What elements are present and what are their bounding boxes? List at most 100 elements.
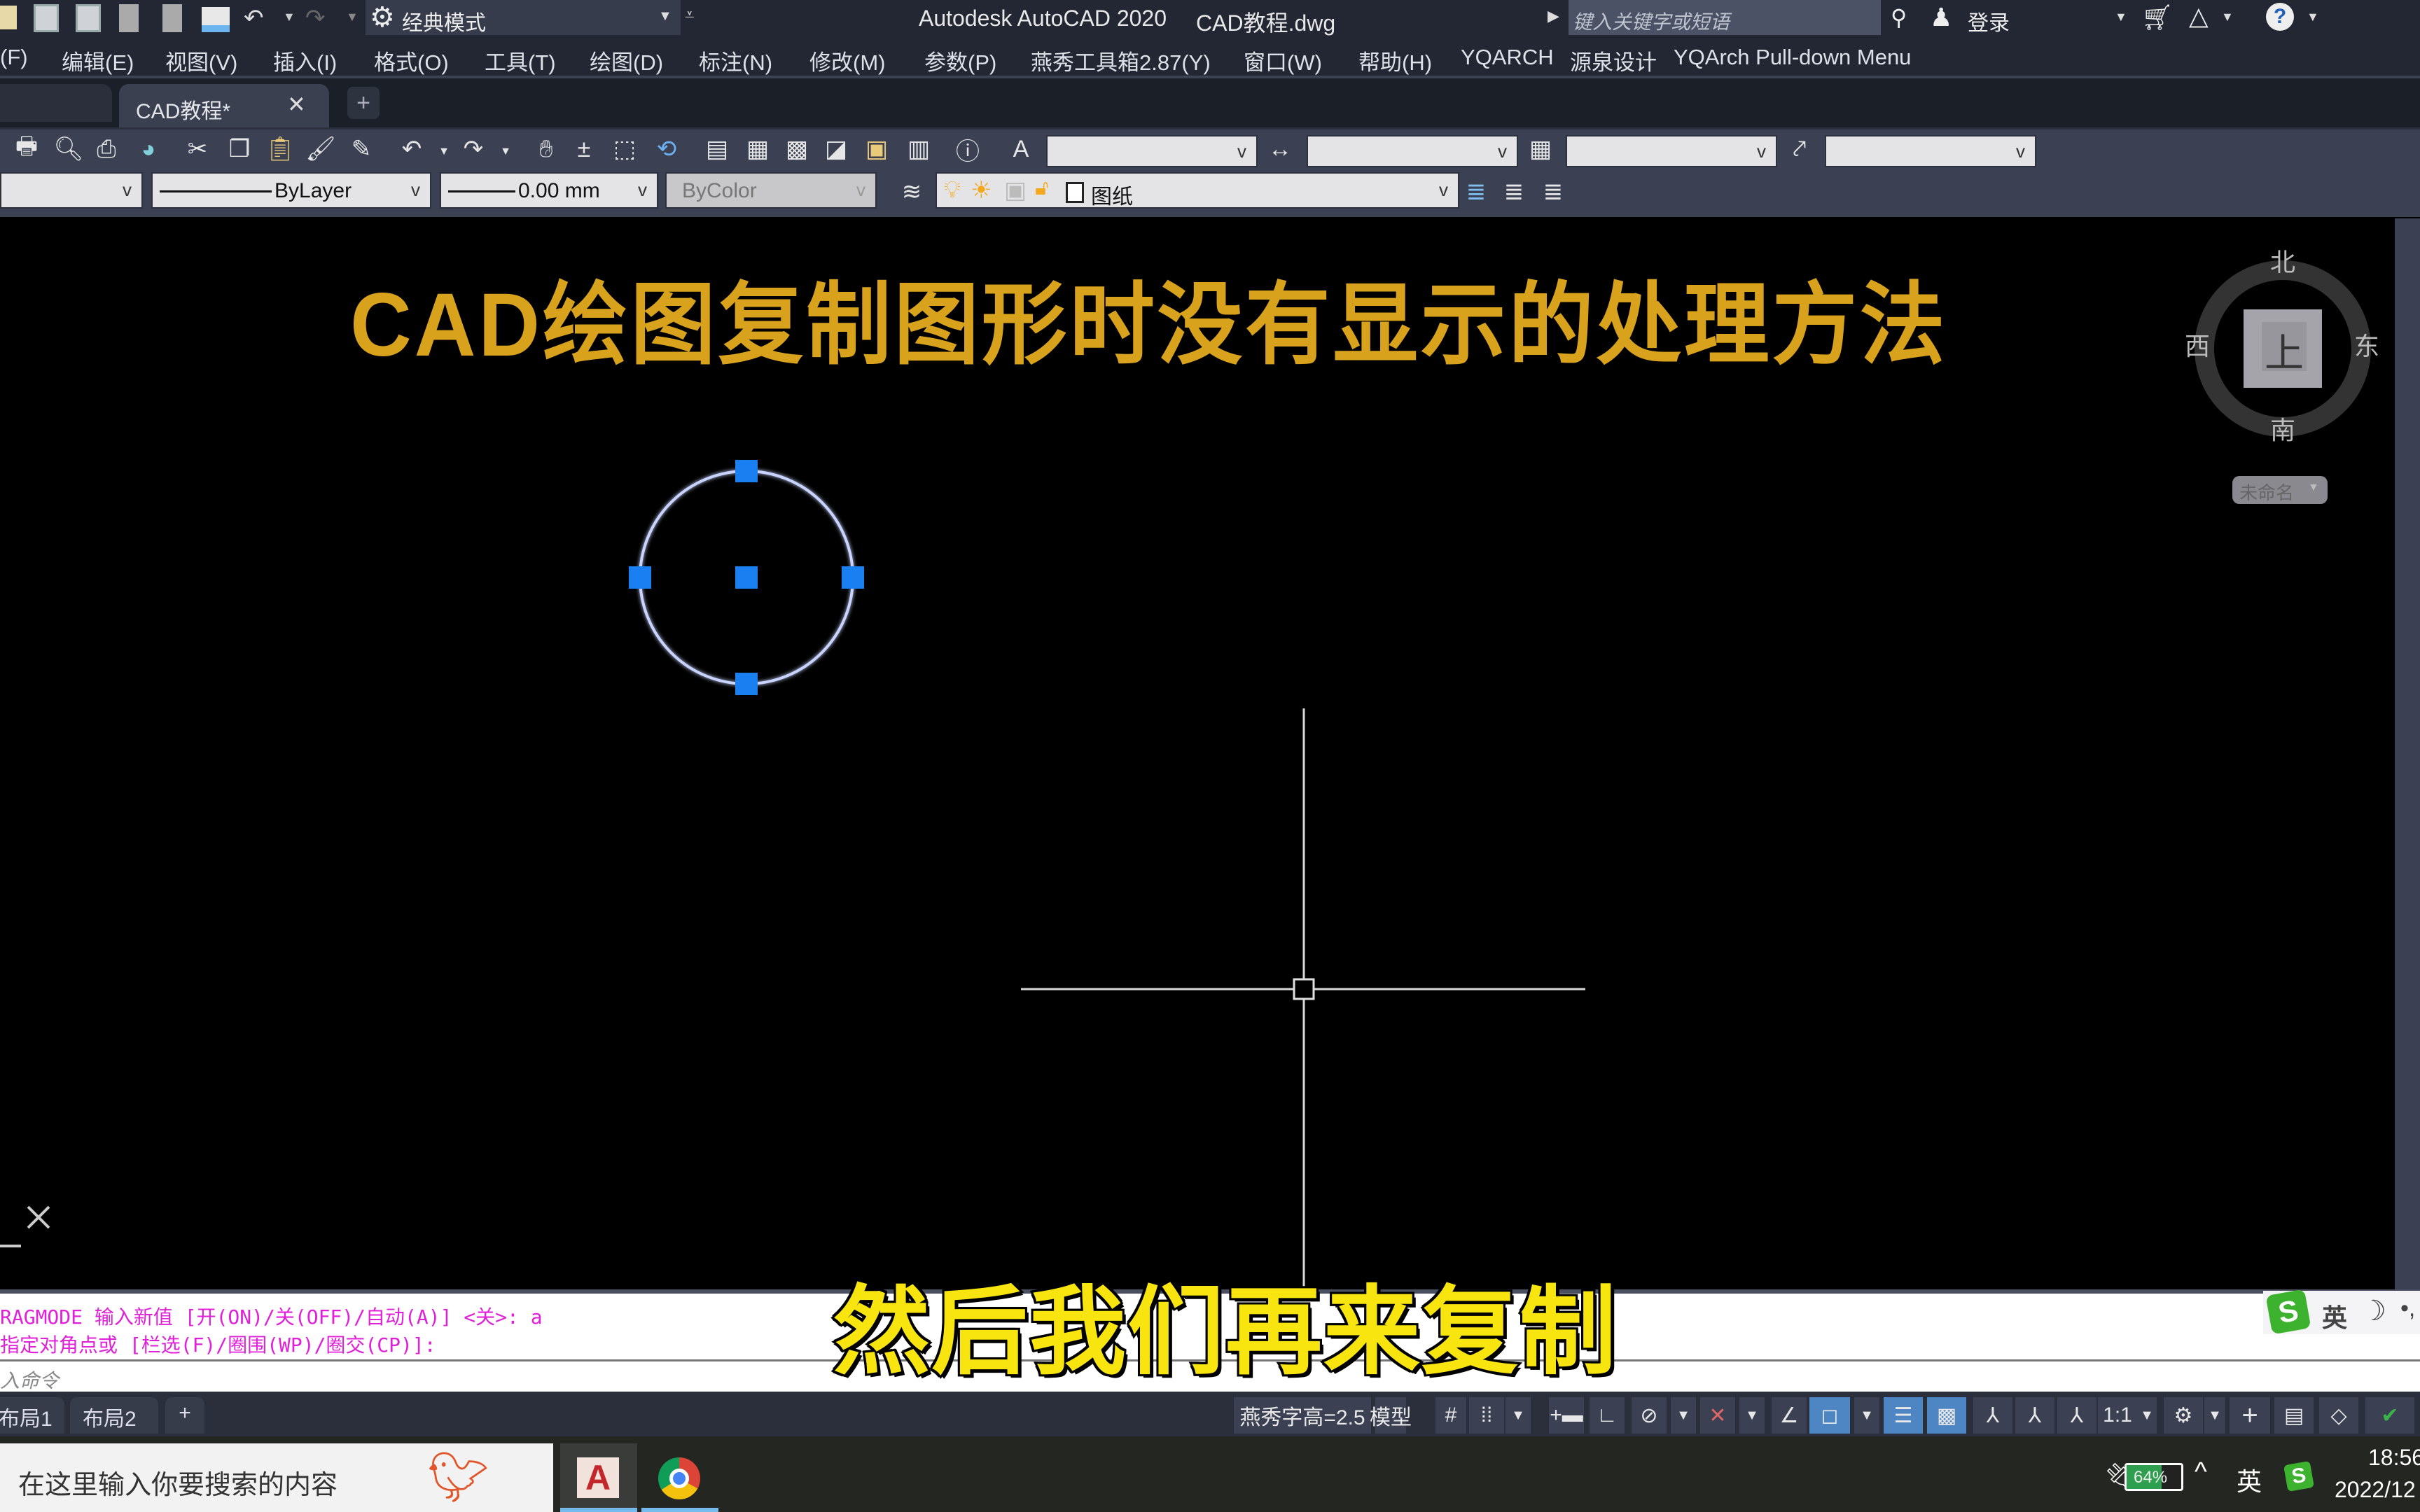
dim-style-combo[interactable]: v <box>1307 135 1518 167</box>
snap-dropdown-icon[interactable]: ▼ <box>1505 1397 1531 1434</box>
user-icon[interactable]: ♟ <box>1930 3 1952 32</box>
taskbar-autocad-app[interactable]: A <box>560 1443 637 1512</box>
object-snap-icon[interactable]: ◻ <box>1809 1397 1850 1434</box>
save-icon[interactable] <box>34 4 59 32</box>
redo-dropdown-icon[interactable]: ▼ <box>490 136 521 167</box>
save-as-icon[interactable] <box>76 4 101 32</box>
undo-dropdown-icon[interactable]: ▼ <box>429 136 459 167</box>
taskbar-chrome-app[interactable] <box>641 1443 718 1512</box>
grip-right[interactable] <box>842 566 864 589</box>
quick-properties-icon[interactable]: ▤ <box>2274 1397 2314 1434</box>
ime-toolbar[interactable]: S 英 ☽ •, <box>2263 1289 2420 1335</box>
menu-yuanquan-design[interactable]: 源泉设计 <box>1570 45 1657 76</box>
canvas-scrollbar[interactable] <box>2395 218 2420 1289</box>
moon-icon[interactable]: ☽ <box>2361 1295 2386 1327</box>
workspace-selector[interactable]: ⚙ 经典模式 ▼ <box>366 0 681 35</box>
compass-west[interactable]: 西 <box>2185 326 2210 363</box>
lineweight-combo[interactable]: 0.00 mm v <box>440 172 658 209</box>
zoom-previous-icon[interactable]: ⟲ <box>651 134 682 164</box>
workspace-gear-icon[interactable]: ⚙ <box>2164 1397 2203 1434</box>
undo-icon[interactable]: ↶ <box>244 4 264 32</box>
menu-file[interactable]: (F) <box>0 45 28 70</box>
table-style-combo[interactable]: v <box>1566 135 1777 167</box>
isodraft-icon[interactable]: ✕ <box>1700 1397 1735 1434</box>
menu-parametric[interactable]: 参数(P) <box>924 45 996 76</box>
grip-bottom[interactable] <box>735 673 758 695</box>
zoom-realtime-icon[interactable]: ± <box>569 134 599 164</box>
autodesk-a360-icon[interactable]: △ <box>2189 1 2209 31</box>
properties-icon[interactable]: ▤ <box>702 134 732 164</box>
markup-icon[interactable]: ▣ <box>861 134 892 164</box>
layer-states-icon[interactable]: ≣ <box>1538 176 1569 207</box>
isodraft-dropdown-icon[interactable]: ▼ <box>1739 1397 1765 1434</box>
osnap-dropdown-icon[interactable]: ▼ <box>1854 1397 1879 1434</box>
ucs-menu[interactable]: 未命名 ▼ <box>2232 476 2328 504</box>
snap-icon[interactable]: ⁞⁞ <box>1469 1397 1504 1434</box>
zoom-window-icon[interactable]: ⬚ <box>609 134 640 164</box>
customize-qat-icon[interactable]: ⩡ <box>685 6 695 25</box>
undo-dropdown-icon[interactable]: ▼ <box>283 10 295 24</box>
table-style-icon[interactable]: ▦ <box>1525 134 1556 164</box>
publish-icon[interactable] <box>162 4 182 32</box>
color-combo[interactable]: v <box>0 172 143 209</box>
grip-center[interactable] <box>735 566 758 589</box>
block-editor-icon[interactable]: ✎ <box>346 134 377 164</box>
compass-south[interactable]: 南 <box>2270 410 2295 447</box>
annotation-monitor-icon[interactable]: + <box>2230 1397 2270 1434</box>
open-icon[interactable] <box>0 6 17 29</box>
menu-help[interactable]: 帮助(H) <box>1358 45 1432 76</box>
mleader-style-combo[interactable]: v <box>1825 135 2036 167</box>
autoscale-icon[interactable]: ⅄ <box>2015 1397 2054 1434</box>
tool-palettes-icon[interactable]: ▩ <box>781 134 812 164</box>
a360-dropdown-icon[interactable]: ▼ <box>2221 10 2234 24</box>
menu-edit[interactable]: 编辑(E) <box>62 45 134 76</box>
new-tab-button[interactable]: + <box>347 87 380 119</box>
punctuation-icon[interactable]: •, <box>2400 1295 2415 1322</box>
linetype-combo[interactable]: ByLayer v <box>151 172 431 209</box>
3d-dwf-icon[interactable]: ◕ <box>133 134 164 164</box>
expand-search-icon[interactable]: ▶ <box>1548 7 1559 25</box>
menu-format[interactable]: 格式(O) <box>374 45 449 76</box>
menu-yqarch[interactable]: YQARCH <box>1461 45 1554 70</box>
undo-icon[interactable]: ↶ <box>396 134 427 164</box>
design-center-icon[interactable]: ▦ <box>742 134 773 164</box>
ortho-icon[interactable]: ∟ <box>1590 1397 1625 1434</box>
transparency-toggle-icon[interactable]: ▩ <box>1927 1397 1966 1434</box>
battery-indicator[interactable]: 64% <box>2125 1463 2183 1491</box>
tab-cad-tutorial[interactable]: CAD教程* ✕ <box>119 84 329 127</box>
pan-icon[interactable]: ✋︎ <box>531 134 562 164</box>
make-current-layer-icon[interactable]: ≣ <box>1461 176 1491 207</box>
clock-date[interactable]: 2022/12 <box>2335 1477 2416 1503</box>
annotation-scale-value[interactable]: 1:1 <box>2098 1397 2137 1434</box>
layer-properties-icon[interactable]: ≋ <box>896 176 927 207</box>
viewcube[interactable]: 北 南 西 东 上 <box>2185 248 2379 444</box>
help-icon[interactable]: ⓘ <box>952 134 983 165</box>
show-hidden-icons-chevron[interactable]: ^ <box>2195 1457 2207 1488</box>
clock-time[interactable]: 18:56 <box>2368 1445 2420 1471</box>
login-button[interactable]: 登录 <box>1968 6 2010 36</box>
isolate-objects-icon[interactable]: ◇ <box>2319 1397 2358 1434</box>
windows-search-box[interactable]: 在这里输入你要搜索的内容 🐦︎ <box>0 1443 553 1512</box>
open-sheet-icon[interactable] <box>119 4 139 32</box>
print-icon[interactable] <box>202 7 230 32</box>
menu-window[interactable]: 窗口(W) <box>1244 45 1322 76</box>
calculator-icon[interactable]: ▥ <box>903 134 934 164</box>
sogou-tray-icon[interactable]: S <box>2283 1460 2315 1492</box>
keyword-search-input[interactable]: 键入关键字或短语 <box>1569 0 1881 35</box>
match-properties-icon[interactable]: 🖌︎ <box>305 134 336 164</box>
help-dropdown-icon[interactable]: ▼ <box>2307 10 2319 24</box>
menu-insert[interactable]: 插入(I) <box>273 45 337 76</box>
clean-screen-icon[interactable]: ✔ <box>2365 1397 2414 1434</box>
publish-icon[interactable]: ⎙ <box>91 134 122 164</box>
viewcube-top-face[interactable]: 上 <box>2244 309 2322 388</box>
grip-top[interactable] <box>735 460 758 482</box>
copy-icon[interactable]: ❐ <box>224 134 255 164</box>
tab-layout2[interactable]: 布局2 <box>70 1397 158 1434</box>
mleader-style-icon[interactable]: ⤤ <box>1784 134 1815 164</box>
menu-draw[interactable]: 绘图(D) <box>590 45 663 76</box>
cart-icon[interactable]: 🛒︎ <box>2141 3 2174 32</box>
help-icon[interactable]: ? <box>2266 3 2294 31</box>
tab-layout1[interactable]: 布局1 <box>0 1397 64 1434</box>
cut-icon[interactable]: ✂ <box>182 134 213 164</box>
add-layout-button[interactable]: + <box>165 1397 204 1434</box>
